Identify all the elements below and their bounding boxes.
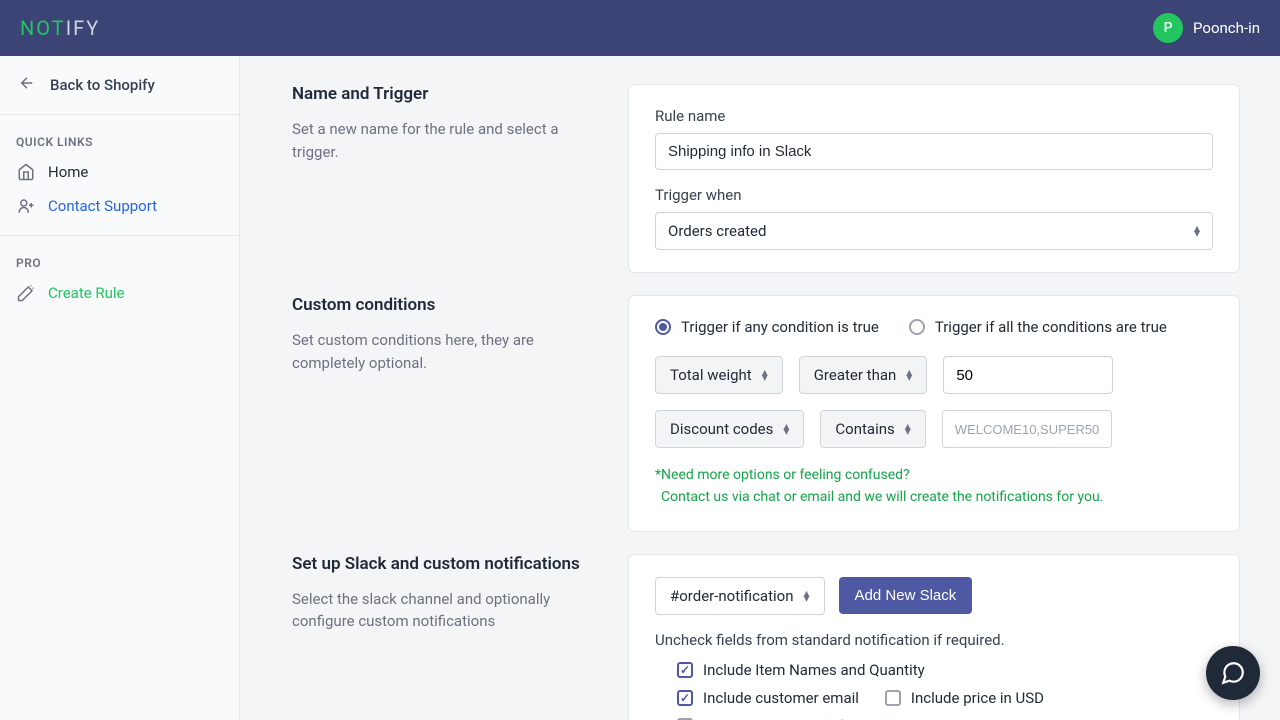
checkbox-icon: ✓ (677, 690, 693, 706)
chevron-updown-icon: ▴▾ (804, 591, 810, 601)
condition-field-select[interactable]: Discount codes ▴▾ (655, 410, 804, 448)
select-value: Total weight (670, 366, 752, 384)
select-value: Orders created (668, 222, 766, 240)
sidebar-heading-pro: PRO (0, 250, 239, 276)
condition-operator-select[interactable]: Greater than ▴▾ (799, 356, 928, 394)
checkbox-label: Include price in USD (911, 689, 1044, 707)
chevron-updown-icon: ▴▾ (1194, 226, 1200, 236)
sidebar-heading-quicklinks: QUICK LINKS (0, 129, 239, 155)
magic-wand-icon (16, 284, 36, 302)
sidebar-item-create-rule[interactable]: Create Rule (0, 276, 239, 310)
back-to-shopify-link[interactable]: Back to Shopify (0, 56, 239, 115)
section-title-slack: Set up Slack and custom notifications (292, 554, 588, 574)
help-text-line2: Contact us via chat or email and we will… (655, 486, 1213, 508)
card-slack: #order-notification ▴▾ Add New Slack Unc… (628, 554, 1240, 720)
arrow-left-icon (18, 74, 36, 96)
checkbox-label: Include customer email (703, 689, 859, 707)
radio-label: Trigger if any condition is true (681, 318, 879, 336)
chevron-updown-icon: ▴▾ (906, 370, 912, 380)
rule-name-label: Rule name (655, 107, 1213, 125)
trigger-when-select[interactable]: Orders created ▴▾ (655, 212, 1213, 250)
sidebar-item-home[interactable]: Home (0, 155, 239, 189)
slack-channel-select[interactable]: #order-notification ▴▾ (655, 577, 825, 615)
checkbox-include-price-usd[interactable]: Include price in USD (885, 689, 1044, 707)
radio-any-condition[interactable]: Trigger if any condition is true (655, 318, 879, 336)
chat-icon (1220, 660, 1246, 686)
section-title-conditions: Custom conditions (292, 295, 588, 315)
help-text-line1: *Need more options or feeling confused? (655, 464, 1213, 486)
card-conditions: Trigger if any condition is true Trigger… (628, 295, 1240, 532)
condition-field-select[interactable]: Total weight ▴▾ (655, 356, 783, 394)
section-desc: Set a new name for the rule and select a… (292, 118, 588, 163)
section-title-name-trigger: Name and Trigger (292, 84, 588, 104)
condition-value-input[interactable] (943, 356, 1113, 394)
checkbox-include-email[interactable]: ✓ Include customer email (677, 689, 859, 707)
home-icon (16, 163, 36, 181)
select-value: Contains (835, 420, 894, 438)
radio-icon (655, 319, 671, 335)
user-plus-icon (16, 197, 36, 215)
checkbox-icon: ✓ (677, 662, 693, 678)
radio-icon (909, 319, 925, 335)
back-label: Back to Shopify (50, 76, 155, 94)
checkbox-label: Include Item Names and Quantity (703, 661, 925, 679)
rule-name-input[interactable] (655, 133, 1213, 170)
sidebar-item-label: Contact Support (48, 197, 157, 215)
app-header: NOTIFY P Poonch-in (0, 0, 1280, 56)
sidebar: Back to Shopify QUICK LINKS Home Contact… (0, 56, 240, 720)
radio-label: Trigger if all the conditions are true (935, 318, 1167, 336)
card-name-trigger: Rule name Trigger when Orders created ▴▾ (628, 84, 1240, 273)
checkbox-include-items[interactable]: ✓ Include Item Names and Quantity (677, 661, 925, 679)
section-desc: Select the slack channel and optionally … (292, 588, 588, 633)
chevron-updown-icon: ▴▾ (905, 424, 911, 434)
chat-support-fab[interactable] (1206, 646, 1260, 700)
logo-part-not: NOT (20, 16, 66, 40)
checkbox-icon (885, 690, 901, 706)
add-new-slack-button[interactable]: Add New Slack (839, 577, 973, 614)
condition-operator-select[interactable]: Contains ▴▾ (820, 410, 925, 448)
logo-part-ify: IFY (66, 16, 101, 40)
main-content: Name and Trigger Set a new name for the … (240, 56, 1280, 720)
sidebar-item-label: Home (48, 163, 88, 181)
select-value: #order-notification (670, 587, 794, 605)
select-value: Greater than (814, 366, 897, 384)
sidebar-item-label: Create Rule (48, 284, 125, 302)
sidebar-item-contact-support[interactable]: Contact Support (0, 189, 239, 223)
avatar: P (1153, 13, 1183, 43)
chevron-updown-icon: ▴▾ (762, 370, 768, 380)
user-menu[interactable]: P Poonch-in (1153, 13, 1260, 43)
condition-value-input[interactable] (942, 410, 1112, 448)
section-desc: Set custom conditions here, they are com… (292, 329, 588, 374)
radio-all-conditions[interactable]: Trigger if all the conditions are true (909, 318, 1167, 336)
uncheck-instruction: Uncheck fields from standard notificatio… (655, 631, 1213, 649)
chevron-updown-icon: ▴▾ (783, 424, 789, 434)
logo: NOTIFY (20, 16, 100, 40)
username-label: Poonch-in (1193, 19, 1260, 37)
select-value: Discount codes (670, 420, 773, 438)
trigger-when-label: Trigger when (655, 186, 1213, 204)
